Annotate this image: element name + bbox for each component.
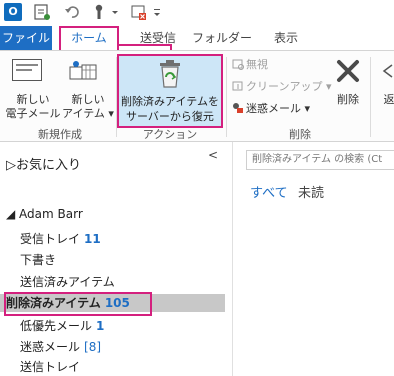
folder-name: 低優先メール (20, 319, 93, 333)
restore-label-line1: 削除済みアイテムを (121, 95, 219, 108)
folder-sent[interactable]: 送信済みアイテム (20, 273, 115, 291)
restore-deleted-items-button[interactable]: 削除済みアイテムを サーバーから復元 (117, 54, 223, 128)
junk-label: 迷惑メール ▾ (246, 102, 311, 115)
group-label-new: 新規作成 (38, 128, 82, 141)
filter-all-tab[interactable]: すべて (250, 182, 288, 201)
junk-button[interactable]: 迷惑メール ▾ (232, 101, 310, 117)
folder-name: 送信済みアイテム (20, 275, 115, 289)
folder-drafts[interactable]: 下書き (20, 251, 56, 269)
restore-label-line2: サーバーから復元 (126, 110, 214, 123)
folder-name: 受信トレイ (20, 232, 81, 246)
customize-toolbar-icon[interactable] (152, 3, 162, 21)
favorites-node[interactable]: ▷お気に入り (6, 154, 81, 173)
tab-home[interactable]: ホーム (59, 26, 119, 50)
folder-name: 下書き (20, 253, 57, 267)
group-separator (226, 57, 227, 137)
tab-file[interactable]: ファイル (0, 26, 52, 50)
unread-count: 11 (84, 232, 101, 246)
folder-inbox[interactable]: 受信トレイ 11 (20, 230, 101, 248)
item-count: [8] (84, 340, 102, 354)
folder-name: 迷惑メール (20, 340, 81, 354)
folder-clutter[interactable]: 低優先メール 1 (20, 317, 104, 335)
junk-icon (233, 103, 243, 113)
new-items-button[interactable]: 新しい アイテム ▾ (62, 93, 114, 121)
restore-label: 削除済みアイテムを サーバーから復元 (119, 94, 221, 124)
pane-divider[interactable] (232, 142, 233, 376)
ribbon-tabs: ファイル ホーム 送受信 フォルダー 表示 (0, 26, 394, 50)
outlook-app-icon: O (4, 3, 22, 21)
cleanup-label: クリーンアップ ▾ (246, 80, 332, 93)
send-receive-icon[interactable] (34, 3, 50, 21)
cleanup-button[interactable]: クリーンアップ ▾ (232, 79, 331, 95)
quick-access-toolbar: O (0, 0, 394, 26)
new-email-label-line1: 新しい (16, 93, 50, 106)
cleanup-icon[interactable] (130, 3, 148, 21)
group-label-actions: アクション (142, 128, 198, 141)
new-items-icon (69, 61, 97, 80)
search-input[interactable]: 削除済みアイテム の検索 (Ct (246, 150, 394, 170)
tab-folder[interactable]: フォルダー (190, 26, 254, 50)
new-items-label-line2: アイテム ▾ (62, 107, 114, 120)
group-separator (370, 57, 371, 137)
ignore-label: 無視 (246, 58, 268, 71)
group-label-delete: 削除 (289, 128, 311, 141)
ignore-button[interactable]: 無視 (232, 57, 268, 73)
selection-highlight-box (4, 292, 152, 316)
tab-send-receive[interactable]: 送受信 (128, 26, 188, 50)
new-email-icon (12, 59, 42, 81)
new-email-button[interactable]: 新しい 電子メール (4, 93, 62, 121)
reply-button-partial[interactable]: 返 (382, 93, 394, 107)
ignore-icon (232, 59, 244, 70)
delete-button[interactable]: 削除 (332, 93, 364, 107)
folder-outbox[interactable]: 送信トレイ (20, 358, 80, 376)
folder-junk[interactable]: 迷惑メール [8] (20, 338, 101, 356)
delete-icon (337, 60, 359, 82)
reply-icon (382, 64, 393, 78)
cleanup-small-icon (232, 81, 243, 91)
unread-count: 1 (96, 319, 105, 333)
account-node[interactable]: ◢ Adam Barr (6, 207, 83, 221)
tab-view[interactable]: 表示 (264, 26, 308, 50)
filter-unread-tab[interactable]: 未読 (298, 182, 324, 201)
collapse-pane-button[interactable]: < (208, 148, 218, 162)
undo-icon[interactable] (64, 3, 80, 21)
touch-mode-icon[interactable] (90, 3, 108, 21)
new-items-label-line1: 新しい (71, 93, 105, 106)
new-email-label-line2: 電子メール (5, 107, 61, 120)
chevron-down-icon[interactable] (110, 3, 120, 21)
recycle-bin-icon (160, 60, 180, 88)
callout-connector-h (118, 44, 172, 46)
folder-name: 送信トレイ (20, 360, 81, 374)
